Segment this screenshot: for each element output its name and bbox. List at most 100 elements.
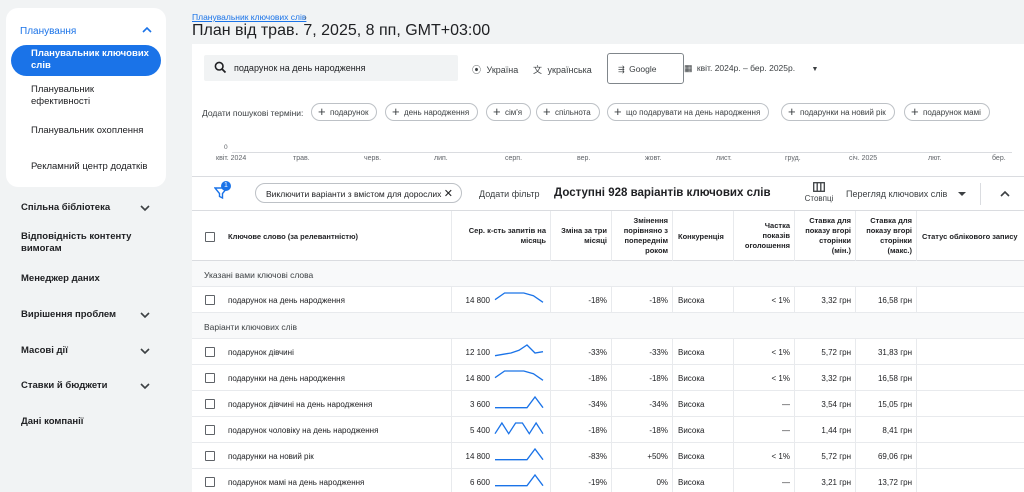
col-impression-share[interactable]: Частка показів оголошення — [737, 221, 790, 251]
term-chip[interactable]: що подарувати на день народження — [607, 103, 770, 121]
adult-filter-chip[interactable]: Виключити варіанти з вмістом для доросли… — [255, 183, 462, 203]
col-divider — [855, 469, 856, 492]
row-checkbox[interactable] — [205, 295, 215, 305]
table-row[interactable]: подарунки на новий рік 14 800 -83% +50% Висо… — [192, 443, 1024, 469]
filter-count-badge: 1 — [221, 181, 231, 191]
trend-sparkline — [494, 421, 544, 435]
col-divider — [916, 443, 917, 469]
sidebar-item-content-compliance[interactable]: Відповідність контенту вимогам — [21, 231, 141, 255]
chevron-down-icon[interactable] — [138, 344, 152, 358]
row-checkbox[interactable] — [205, 373, 215, 383]
col-avg-searches[interactable]: Сер. к-сть запитів на місяць — [460, 226, 546, 246]
chevron-down-icon[interactable] — [138, 379, 152, 393]
cell-bid-low: 5,72 грн — [821, 348, 851, 357]
sidebar-item-business-data[interactable]: Дані компанії — [21, 416, 161, 428]
breadcrumb[interactable]: Планувальник ключових слів — [192, 12, 306, 22]
table-row[interactable]: подарунок мамі на день народження 6 600 -1… — [192, 469, 1024, 492]
col-yoy[interactable]: Змінення порівняно з попереднім роком — [615, 216, 668, 256]
row-checkbox[interactable] — [205, 477, 215, 487]
cell-three-month: -18% — [588, 296, 607, 305]
col-divider — [794, 287, 795, 313]
table-row[interactable]: подарунок дівчині 12 100 -33% -33% Висока < 1… — [192, 339, 1024, 365]
cell-three-month: -18% — [588, 426, 607, 435]
cell-yoy: +50% — [647, 452, 668, 461]
col-divider — [794, 365, 795, 391]
network-label: Google — [629, 64, 657, 74]
col-divider — [916, 287, 917, 313]
table-row[interactable]: подарунок на день народження 14 800 -18% -1… — [192, 287, 1024, 313]
adult-filter-label: Виключити варіанти з вмістом для доросли… — [266, 189, 442, 199]
term-chip[interactable]: день народження — [385, 103, 479, 121]
col-divider — [451, 469, 452, 492]
row-checkbox[interactable] — [205, 425, 215, 435]
cell-competition: Висока — [678, 426, 705, 435]
term-chip[interactable]: подарунки на новий рік — [781, 103, 895, 121]
cell-impression-share: < 1% — [771, 296, 790, 305]
col-divider — [550, 443, 551, 469]
select-all-checkbox[interactable] — [205, 232, 215, 242]
close-icon[interactable]: ✕ — [444, 187, 453, 200]
date-range-selector[interactable]: ▦ квіт. 2024р. – бер. 2025р. ▼ — [684, 63, 818, 74]
sidebar-item-performance-planner[interactable]: Планувальник ефективності — [31, 84, 141, 108]
chevron-down-icon[interactable] — [138, 308, 152, 322]
row-checkbox[interactable] — [205, 399, 215, 409]
sidebar-item-app-ad-center[interactable]: Рекламний центр додатків — [31, 161, 147, 173]
col-bid-low[interactable]: Ставка для показу вгорі сторінки (мін.) — [798, 216, 851, 256]
term-chip[interactable]: сім'я — [486, 103, 532, 121]
col-keyword[interactable]: Ключове слово (за релевантністю) — [228, 232, 358, 242]
col-account-status[interactable]: Статус облікового запису — [922, 232, 1018, 242]
location-selector[interactable]: ⦿ Україна — [472, 63, 518, 76]
col-divider — [733, 339, 734, 365]
col-divider — [451, 339, 452, 365]
col-divider — [733, 469, 734, 492]
sidebar-item-data-manager[interactable]: Менеджер даних — [21, 273, 161, 285]
cell-searches: 12 100 — [465, 348, 490, 357]
col-divider — [672, 417, 673, 443]
sidebar-item-keyword-planner[interactable]: Планувальник ключових слів — [11, 45, 161, 76]
date-range-label: квіт. 2024р. – бер. 2025р. — [696, 63, 796, 73]
dropdown-arrow-icon: ▼ — [811, 66, 819, 73]
col-three-month[interactable]: Зміна за три місяці — [555, 226, 607, 246]
chevron-down-icon[interactable] — [138, 201, 152, 215]
sidebar: Планування Планувальник ключових слів Пл… — [0, 0, 176, 492]
col-divider — [611, 443, 612, 469]
table-row[interactable]: подарунок дівчині на день народження 3 60… — [192, 391, 1024, 417]
col-divider — [550, 391, 551, 417]
col-divider — [733, 391, 734, 417]
search-input[interactable]: подарунок на день народження — [204, 55, 458, 81]
trend-sparkline — [494, 292, 544, 303]
dropdown-arrow-icon[interactable] — [958, 192, 966, 196]
add-filter-button[interactable]: Додати фільтр — [479, 189, 539, 199]
columns-button[interactable]: Стовпці — [801, 182, 837, 203]
sidebar-item-reach-planner[interactable]: Планувальник охоплення — [31, 125, 143, 137]
col-bid-high[interactable]: Ставка для показу вгорі сторінки (макс.) — [859, 216, 912, 256]
cell-three-month: -19% — [588, 478, 607, 487]
chevron-up-icon[interactable] — [140, 23, 154, 37]
group-label: Указані вами ключові слова — [204, 270, 314, 280]
table-row[interactable]: подарунок чоловіку на день народження 5 4… — [192, 417, 1024, 443]
view-keywords-dropdown[interactable]: Перегляд ключових слів — [846, 189, 947, 199]
search-value: подарунок на день народження — [234, 63, 366, 73]
timeline: 0 квіт. 2024 трав. черв. лип. серп. вер.… — [192, 140, 1024, 174]
language-selector[interactable]: 文 українська — [533, 63, 592, 76]
row-checkbox[interactable] — [205, 347, 215, 357]
cell-bid-low: 3,32 грн — [821, 374, 851, 383]
col-divider — [672, 339, 673, 365]
cell-impression-share: < 1% — [771, 348, 790, 357]
cell-bid-low: 3,32 грн — [821, 296, 851, 305]
term-chip[interactable]: подарунок мамі — [904, 103, 990, 121]
col-divider — [855, 211, 856, 261]
table-row[interactable]: подарунки на день народження 14 800 -18% -1… — [192, 365, 1024, 391]
term-chip[interactable]: подарунок — [311, 103, 378, 121]
term-chip[interactable]: спільнота — [536, 103, 600, 121]
location-label: Україна — [486, 65, 519, 75]
row-checkbox[interactable] — [205, 451, 215, 461]
chevron-up-icon[interactable] — [998, 187, 1012, 201]
cell-impression-share: — — [782, 478, 790, 487]
cell-three-month: -18% — [588, 374, 607, 383]
col-competition[interactable]: Конкуренція — [678, 232, 724, 242]
col-divider — [794, 417, 795, 443]
planning-header[interactable]: Планування — [20, 26, 76, 37]
search-network-selector[interactable]: ⇶ Google — [607, 53, 684, 84]
location-pin-icon: ⦿ — [472, 65, 482, 75]
